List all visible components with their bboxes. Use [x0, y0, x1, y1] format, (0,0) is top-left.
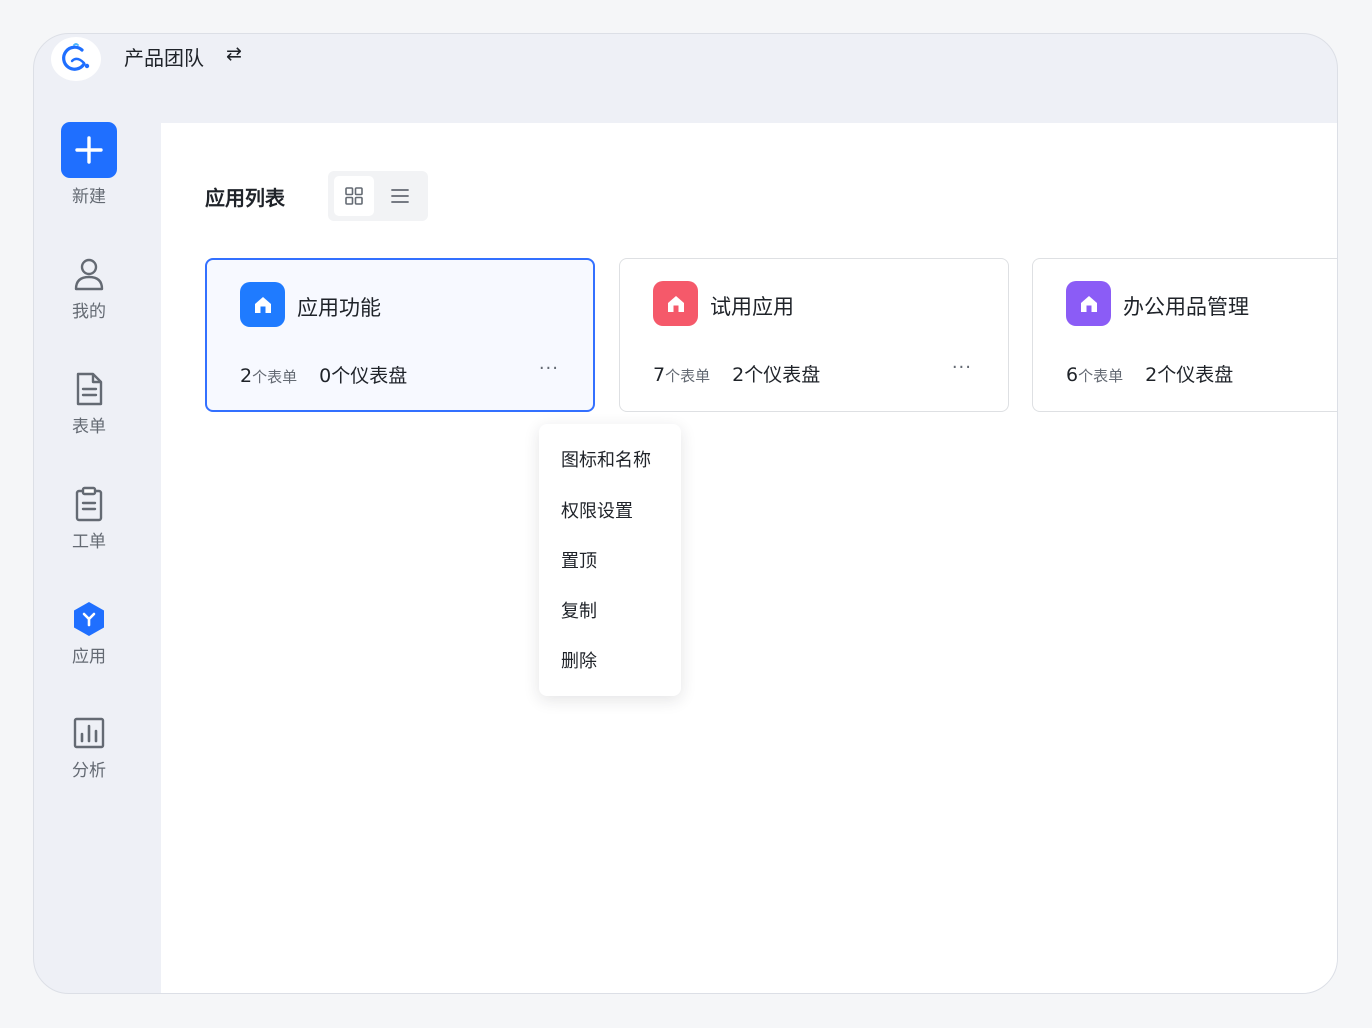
bar-chart-icon	[73, 717, 105, 749]
forms-unit: 个表单	[252, 368, 298, 386]
sidebar-item-mine[interactable]: 我的	[34, 255, 144, 322]
menu-item-pin-top[interactable]: 置顶	[561, 547, 597, 573]
sidebar-item-label: 表单	[72, 417, 106, 437]
menu-item-icon-and-name[interactable]: 图标和名称	[561, 446, 651, 472]
app-card-features[interactable]: 应用功能 2个表单 0个仪表盘 ···	[205, 258, 595, 412]
hexagon-app-icon	[74, 602, 104, 636]
sidebar-item-label: 应用	[72, 647, 106, 667]
logo-icon[interactable]	[51, 37, 101, 81]
menu-item-copy[interactable]: 复制	[561, 597, 597, 623]
card-title: 试用应用	[710, 295, 794, 319]
card-stats: 7个表单 2个仪表盘	[653, 360, 820, 387]
context-menu: 图标和名称 权限设置 置顶 复制 删除	[539, 424, 681, 696]
swap-arrows-icon[interactable]: ⇄	[226, 43, 242, 65]
home-icon	[240, 282, 285, 327]
sidebar-item-label: 我的	[72, 302, 106, 322]
dashboards-count: 0个仪表盘	[319, 365, 408, 387]
user-icon	[74, 258, 104, 291]
sidebar-item-label: 分析	[72, 761, 106, 781]
forms-count: 7	[653, 364, 666, 386]
forms-count: 6	[1066, 364, 1079, 386]
forms-unit: 个表单	[665, 367, 711, 385]
document-icon	[76, 372, 103, 406]
plus-icon[interactable]	[61, 122, 117, 178]
app-window: 产品团队 ⇄ 新建 我的 表单 工单 应用 分析 应用列表 应用功能 2个表单 …	[33, 33, 1338, 994]
home-icon	[1066, 281, 1111, 326]
card-stats: 6个表单 2个仪表盘	[1066, 360, 1233, 387]
top-bar: 产品团队 ⇄	[34, 34, 1337, 122]
sidebar-item-new[interactable]: 新建	[34, 122, 144, 207]
sidebar-item-label: 新建	[72, 187, 106, 207]
card-title: 办公用品管理	[1123, 295, 1249, 319]
forms-unit: 个表单	[1078, 367, 1124, 385]
app-card-office-supplies[interactable]: 办公用品管理 6个表单 2个仪表盘	[1032, 258, 1337, 412]
team-name[interactable]: 产品团队	[124, 42, 204, 71]
main-content: 应用列表 应用功能 2个表单 0个仪表盘 ··· 试用应用 7个表单 2个仪表盘…	[161, 123, 1337, 993]
dashboards-count: 2个仪表盘	[732, 364, 821, 386]
dashboards-count: 2个仪表盘	[1145, 364, 1234, 386]
view-toggle	[328, 171, 428, 221]
card-stats: 2个表单 0个仪表盘	[240, 361, 407, 388]
sidebar-item-forms[interactable]: 表单	[34, 370, 144, 437]
list-view-icon[interactable]	[380, 176, 420, 216]
page-title: 应用列表	[205, 186, 285, 210]
app-card-trial[interactable]: 试用应用 7个表单 2个仪表盘 ···	[619, 258, 1009, 412]
sidebar-item-tickets[interactable]: 工单	[34, 485, 144, 552]
sidebar: 新建 我的 表单 工单 应用 分析	[34, 122, 160, 993]
sidebar-item-analytics[interactable]: 分析	[34, 714, 144, 781]
sidebar-item-apps[interactable]: 应用	[34, 600, 144, 667]
card-title: 应用功能	[297, 296, 381, 320]
clipboard-icon	[75, 486, 103, 522]
menu-item-permissions[interactable]: 权限设置	[561, 497, 633, 523]
forms-count: 2	[240, 365, 253, 387]
more-options-icon[interactable]: ···	[539, 358, 559, 379]
more-options-icon[interactable]: ···	[952, 357, 972, 378]
menu-item-delete[interactable]: 删除	[561, 647, 597, 673]
home-icon	[653, 281, 698, 326]
grid-view-icon[interactable]	[334, 176, 374, 216]
sidebar-item-label: 工单	[72, 532, 106, 552]
